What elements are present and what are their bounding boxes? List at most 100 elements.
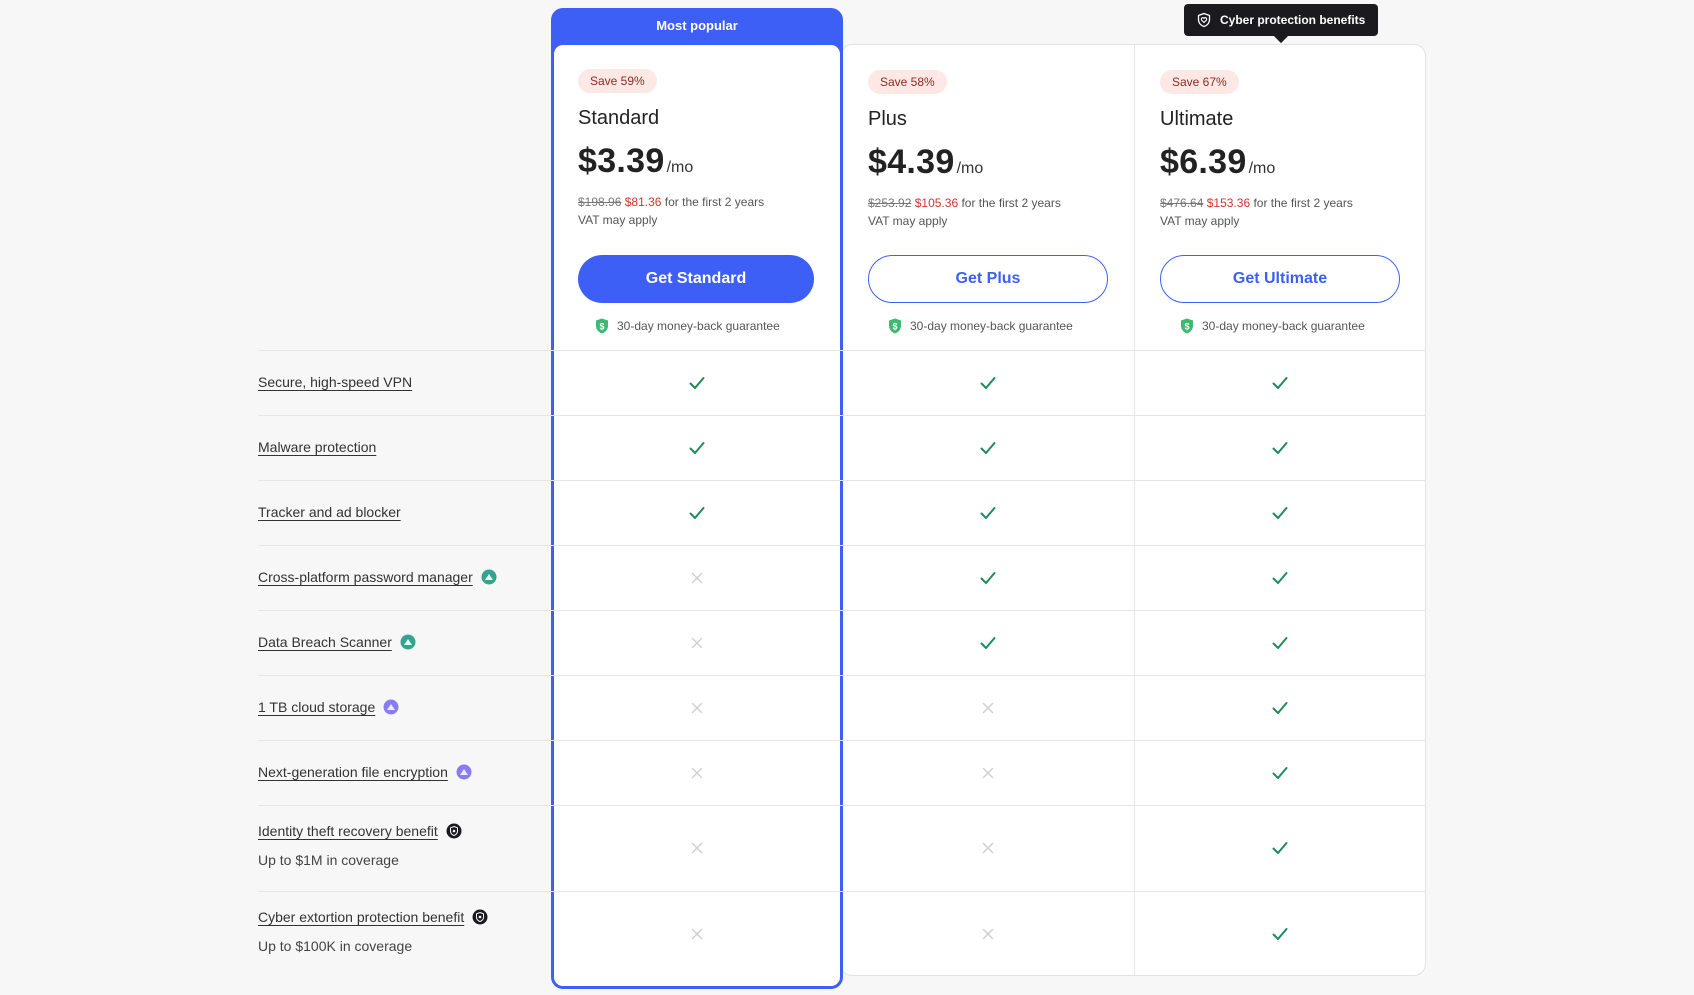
row-divider — [258, 891, 1426, 892]
price-period: /mo — [1248, 160, 1276, 177]
price-note: $253.92 $105.36 for the first 2 years VA… — [868, 194, 1128, 230]
plan-card-plus: Save 58% Plus $4.39 /mo $253.92 $105.36 … — [868, 0, 1108, 350]
cross-icon — [691, 842, 703, 854]
check-icon — [980, 636, 996, 649]
plan-name: Standard — [578, 107, 660, 129]
vat-note: VAT may apply — [868, 214, 948, 228]
cyber-shield-icon — [472, 909, 488, 925]
check-icon — [1272, 506, 1288, 519]
original-price: $253.92 — [868, 196, 912, 210]
cross-icon — [691, 572, 703, 583]
feature-link[interactable]: Cyber extortion protection benefit — [258, 909, 464, 925]
price-period: /mo — [956, 160, 984, 177]
guarantee-shield-icon: $ — [1181, 318, 1193, 334]
get-plus-button[interactable]: Get Plus — [868, 255, 1108, 303]
check-icon — [1272, 701, 1288, 714]
check-icon — [980, 506, 996, 519]
cross-icon — [982, 702, 994, 713]
feature-link[interactable]: Cross-platform password manager — [258, 569, 473, 585]
price-row: $6.39 /mo — [1160, 143, 1275, 182]
guarantee-label: 30-day money-back guarantee — [910, 319, 1073, 333]
discount-price: $105.36 — [914, 196, 959, 210]
cross-icon — [982, 928, 994, 940]
plan-price: $6.39 — [1160, 143, 1247, 181]
row-divider — [258, 610, 1426, 611]
feature-link[interactable]: Next-generation file encryption — [258, 764, 448, 780]
pricing-page: Most popular Cyber protection benefits S… — [0, 0, 1694, 995]
feature-link[interactable]: 1 TB cloud storage — [258, 699, 375, 715]
row-divider — [258, 415, 1426, 416]
check-icon — [980, 441, 996, 454]
vat-note: VAT may apply — [578, 213, 658, 227]
feature-link[interactable]: Identity theft recovery benefit — [258, 823, 438, 839]
cross-icon — [691, 767, 703, 778]
cross-icon — [982, 767, 994, 778]
price-note: $476.64 $153.36 for the first 2 years VA… — [1160, 194, 1420, 230]
row-divider — [258, 740, 1426, 741]
plan-name: Plus — [868, 108, 907, 130]
row-divider — [258, 675, 1426, 676]
column-divider — [1134, 45, 1135, 975]
feature-row-label: Tracker and ad blocker — [258, 504, 401, 520]
cloud-storage-icon — [456, 764, 472, 780]
svg-text:$: $ — [892, 322, 897, 332]
cross-icon — [691, 702, 703, 713]
feature-row-label: Cross-platform password manager — [258, 569, 497, 585]
discount-price: $81.36 — [624, 195, 662, 209]
guarantee-shield-icon: $ — [596, 318, 608, 334]
feature-row-label: Identity theft recovery benefit — [258, 823, 462, 839]
cross-icon — [691, 928, 703, 940]
discount-price: $153.36 — [1206, 196, 1251, 210]
feature-link[interactable]: Malware protection — [258, 439, 376, 455]
save-badge: Save 67% — [1160, 70, 1239, 94]
feature-link[interactable]: Tracker and ad blocker — [258, 504, 401, 520]
check-icon — [1272, 571, 1288, 584]
check-icon — [1272, 441, 1288, 454]
feature-row-label: 1 TB cloud storage — [258, 699, 399, 715]
guarantee-label: 30-day money-back guarantee — [1202, 319, 1365, 333]
feature-row-label: Data Breach Scanner — [258, 634, 416, 650]
price-term: for the first 2 years — [661, 195, 765, 209]
check-icon — [689, 441, 705, 454]
feature-row-label: Cyber extortion protection benefit — [258, 909, 488, 925]
plan-card-ultimate: Save 67% Ultimate $6.39 /mo $476.64 $153… — [1160, 0, 1400, 350]
original-price: $198.96 — [578, 195, 622, 209]
svg-text:$: $ — [599, 322, 604, 332]
row-divider — [258, 805, 1426, 806]
vat-note: VAT may apply — [1160, 214, 1240, 228]
password-manager-icon — [481, 569, 497, 585]
check-icon — [980, 571, 996, 584]
feature-link[interactable]: Secure, high-speed VPN — [258, 374, 412, 390]
plan-name: Ultimate — [1160, 108, 1234, 130]
money-back-guarantee: $ 30-day money-back guarantee — [595, 318, 780, 334]
check-icon — [1272, 928, 1288, 940]
check-icon — [1272, 766, 1288, 779]
price-note: $198.96 $81.36 for the first 2 years VAT… — [578, 193, 838, 229]
check-icon — [1272, 376, 1288, 389]
feature-row-label: Secure, high-speed VPN — [258, 374, 412, 390]
cyber-shield-icon — [446, 823, 462, 839]
svg-text:$: $ — [1184, 322, 1189, 332]
feature-row-label: Next-generation file encryption — [258, 764, 472, 780]
feature-link[interactable]: Data Breach Scanner — [258, 634, 392, 650]
cross-icon — [982, 842, 994, 854]
get-ultimate-button[interactable]: Get Ultimate — [1160, 255, 1400, 303]
feature-row-label: Malware protection — [258, 439, 376, 455]
plan-card-standard: Save 59% Standard $3.39 /mo $198.96 $81.… — [578, 0, 814, 350]
plan-price: $4.39 — [868, 143, 955, 181]
plan-price: $3.39 — [578, 142, 665, 180]
check-icon — [980, 376, 996, 389]
row-divider — [258, 480, 1426, 481]
price-row: $4.39 /mo — [868, 143, 983, 182]
original-price: $476.64 — [1160, 196, 1204, 210]
password-manager-icon — [400, 634, 416, 650]
cross-icon — [691, 637, 703, 648]
guarantee-label: 30-day money-back guarantee — [617, 319, 780, 333]
cloud-storage-icon — [383, 699, 399, 715]
check-icon — [1272, 842, 1288, 854]
money-back-guarantee: $ 30-day money-back guarantee — [888, 318, 1073, 334]
row-divider — [258, 545, 1426, 546]
get-standard-button[interactable]: Get Standard — [578, 255, 814, 303]
price-term: for the first 2 years — [1250, 196, 1353, 210]
price-period: /mo — [666, 159, 694, 176]
